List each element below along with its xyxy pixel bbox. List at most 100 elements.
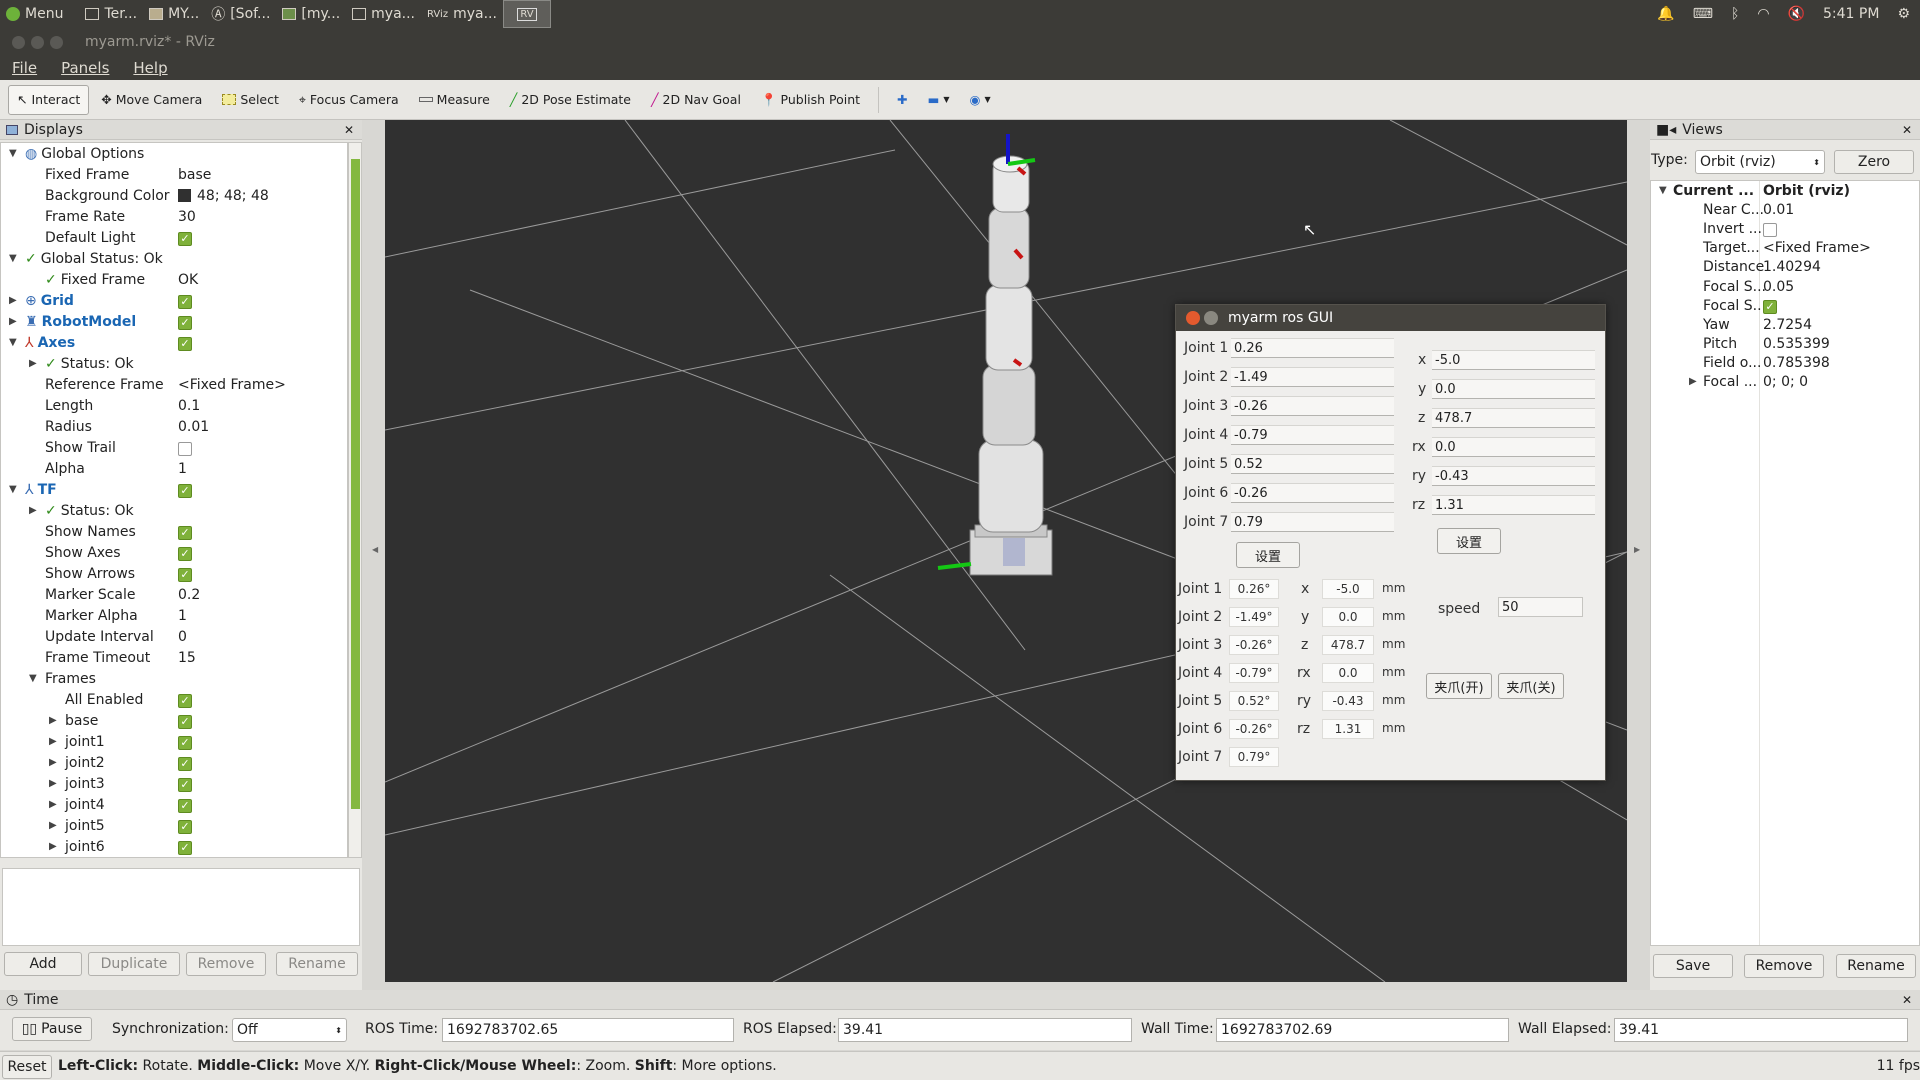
- joint-input-2[interactable]: -1.49: [1231, 367, 1394, 387]
- tree-row-radius[interactable]: Radius 0.01: [1, 416, 347, 437]
- tree-row-value[interactable]: ✓: [178, 482, 192, 498]
- joint-input-3[interactable]: -0.26: [1231, 396, 1394, 416]
- close-icon[interactable]: ✕: [344, 123, 354, 137]
- expand-arrow-icon[interactable]: ▼: [9, 148, 17, 159]
- view-property-row[interactable]: Yaw 2.7254: [1651, 317, 1919, 336]
- left-splitter-handle[interactable]: ◀: [372, 545, 378, 554]
- minimize-icon[interactable]: [1204, 311, 1218, 325]
- task-files[interactable]: MY...: [143, 0, 205, 28]
- close-icon[interactable]: [12, 35, 25, 49]
- task-rviz-active[interactable]: RV: [502, 0, 551, 28]
- checkbox[interactable]: ✓: [178, 525, 192, 540]
- coord-input-5[interactable]: -0.43: [1432, 466, 1595, 486]
- view-property-value[interactable]: 0.01: [1763, 202, 1794, 218]
- collapse-arrow-icon[interactable]: ▶: [29, 358, 37, 369]
- expand-arrow-icon[interactable]: ▼: [9, 253, 17, 264]
- tree-row-value[interactable]: ✓: [178, 314, 192, 330]
- tree-row-global-status[interactable]: ▼ ✓ Global Status: Ok: [1, 248, 347, 269]
- tree-row-frame-joint5[interactable]: ▶ joint5 ✓: [1, 815, 347, 836]
- tree-row-value[interactable]: 0: [178, 629, 187, 645]
- tree-row-show-names[interactable]: Show Names ✓: [1, 521, 347, 542]
- tree-row-length[interactable]: Length 0.1: [1, 395, 347, 416]
- view-property-row[interactable]: Near C... 0.01: [1651, 202, 1919, 221]
- view-property-value[interactable]: 0.535399: [1763, 336, 1830, 352]
- collapse-arrow-icon[interactable]: ▶: [29, 505, 37, 516]
- view-property-value[interactable]: 0; 0; 0: [1763, 374, 1808, 390]
- displays-scrollbar[interactable]: [348, 142, 362, 858]
- remove-button[interactable]: Remove: [186, 952, 266, 976]
- menu-button[interactable]: Menu: [0, 0, 69, 28]
- tree-row-value[interactable]: ✓: [178, 755, 192, 771]
- ros-time-field[interactable]: 1692783702.65: [442, 1018, 734, 1042]
- checkbox[interactable]: ✓: [178, 336, 192, 351]
- gripper-open-button[interactable]: 夹爪(开): [1426, 673, 1492, 699]
- tree-row-value[interactable]: ✓: [178, 839, 192, 855]
- tree-row-show-arrows[interactable]: Show Arrows ✓: [1, 563, 347, 584]
- close-icon[interactable]: ✕: [1902, 993, 1912, 1007]
- collapse-arrow-icon[interactable]: ▶: [9, 295, 17, 306]
- tree-row-value[interactable]: ✓: [178, 440, 192, 456]
- wifi-icon[interactable]: ◠: [1757, 6, 1769, 22]
- save-view-button[interactable]: Save: [1653, 954, 1733, 978]
- checkbox[interactable]: ✓: [178, 840, 192, 855]
- joint-input-7[interactable]: 0.79: [1231, 512, 1394, 532]
- tree-row-frames[interactable]: ▼ Frames: [1, 668, 347, 689]
- rename-view-button[interactable]: Rename: [1836, 954, 1916, 978]
- task-myarm-1[interactable]: mya...: [346, 0, 421, 28]
- tree-row-frame-base[interactable]: ▶ base ✓: [1, 710, 347, 731]
- tree-row-update-interval[interactable]: Update Interval 0: [1, 626, 347, 647]
- tree-row-axes-status[interactable]: ▶ ✓ Status: Ok: [1, 353, 347, 374]
- coord-input-6[interactable]: 1.31: [1432, 495, 1595, 515]
- speed-input[interactable]: 50: [1498, 597, 1583, 617]
- tree-row-grid-display[interactable]: ▶ ⊕ Grid ✓: [1, 290, 347, 311]
- expand-arrow-icon[interactable]: ▼: [9, 484, 17, 495]
- tree-row-value[interactable]: ✓: [178, 713, 192, 729]
- remove-view-button[interactable]: Remove: [1744, 954, 1824, 978]
- checkbox[interactable]: ✓: [178, 315, 192, 330]
- tree-row-value[interactable]: 0.01: [178, 419, 209, 435]
- view-property-value[interactable]: 1.40294: [1763, 259, 1821, 275]
- checkbox[interactable]: ✓: [178, 294, 192, 309]
- tree-row-show-axes[interactable]: Show Axes ✓: [1, 542, 347, 563]
- collapse-arrow-icon[interactable]: ▶: [49, 757, 57, 768]
- checkbox[interactable]: ✓: [178, 756, 192, 771]
- view-property-value[interactable]: Orbit (rviz): [1763, 183, 1850, 199]
- tree-row-value[interactable]: 1: [178, 461, 187, 477]
- minimize-icon[interactable]: [31, 35, 44, 49]
- displays-tree[interactable]: ▼ ◍ Global Options Fixed Frame base Backgroun…: [0, 142, 348, 858]
- gripper-close-button[interactable]: 夹爪(关): [1498, 673, 1564, 699]
- tree-row-value[interactable]: 0.1: [178, 398, 200, 414]
- checkbox[interactable]: ✓: [178, 819, 192, 834]
- menu-file[interactable]: File: [12, 59, 37, 77]
- checkbox[interactable]: ✓: [178, 777, 192, 792]
- rename-button[interactable]: Rename: [276, 952, 358, 976]
- tree-row-value[interactable]: ✓: [178, 734, 192, 750]
- move-camera-tool[interactable]: ✥ Move Camera: [93, 85, 210, 115]
- tree-row-default-light[interactable]: Default Light ✓: [1, 227, 347, 248]
- view-type-select[interactable]: Orbit (rviz) ⬍: [1695, 150, 1825, 174]
- clock[interactable]: 5:41 PM: [1823, 6, 1879, 22]
- tree-row-frame-joint2[interactable]: ▶ joint2 ✓: [1, 752, 347, 773]
- view-property-value[interactable]: 2.7254: [1763, 317, 1812, 333]
- tree-row-background-color[interactable]: Background Color 48; 48; 48: [1, 185, 347, 206]
- coord-input-1[interactable]: -5.0: [1432, 350, 1595, 370]
- set-joints-button[interactable]: 设置: [1236, 542, 1300, 568]
- bluetooth-icon[interactable]: ᛒ: [1731, 6, 1739, 22]
- view-property-row[interactable]: ▶ Focal ... 0; 0; 0: [1651, 374, 1919, 393]
- tree-row-fixed-frame-status[interactable]: ✓ Fixed Frame OK: [1, 269, 347, 290]
- joint-input-6[interactable]: -0.26: [1231, 483, 1394, 503]
- select-tool[interactable]: Select: [214, 85, 287, 115]
- view-property-value[interactable]: 0.05: [1763, 279, 1794, 295]
- task-terminal[interactable]: Ter...: [79, 0, 143, 28]
- sync-select[interactable]: Off ⬍: [232, 1018, 347, 1042]
- tree-row-marker-alpha[interactable]: Marker Alpha 1: [1, 605, 347, 626]
- tree-row-frame-joint6[interactable]: ▶ joint6 ✓: [1, 836, 347, 857]
- collapse-arrow-icon[interactable]: ▶: [49, 715, 57, 726]
- tree-row-value[interactable]: 30: [178, 209, 196, 225]
- checkbox[interactable]: ✓: [178, 546, 192, 561]
- coord-input-2[interactable]: 0.0: [1432, 379, 1595, 399]
- tree-row-tf-display[interactable]: ▼ ⅄ TF ✓: [1, 479, 347, 500]
- collapse-arrow-icon[interactable]: ▶: [49, 820, 57, 831]
- collapse-arrow-icon[interactable]: ▶: [9, 316, 17, 327]
- tree-row-value[interactable]: 48; 48; 48: [178, 188, 269, 204]
